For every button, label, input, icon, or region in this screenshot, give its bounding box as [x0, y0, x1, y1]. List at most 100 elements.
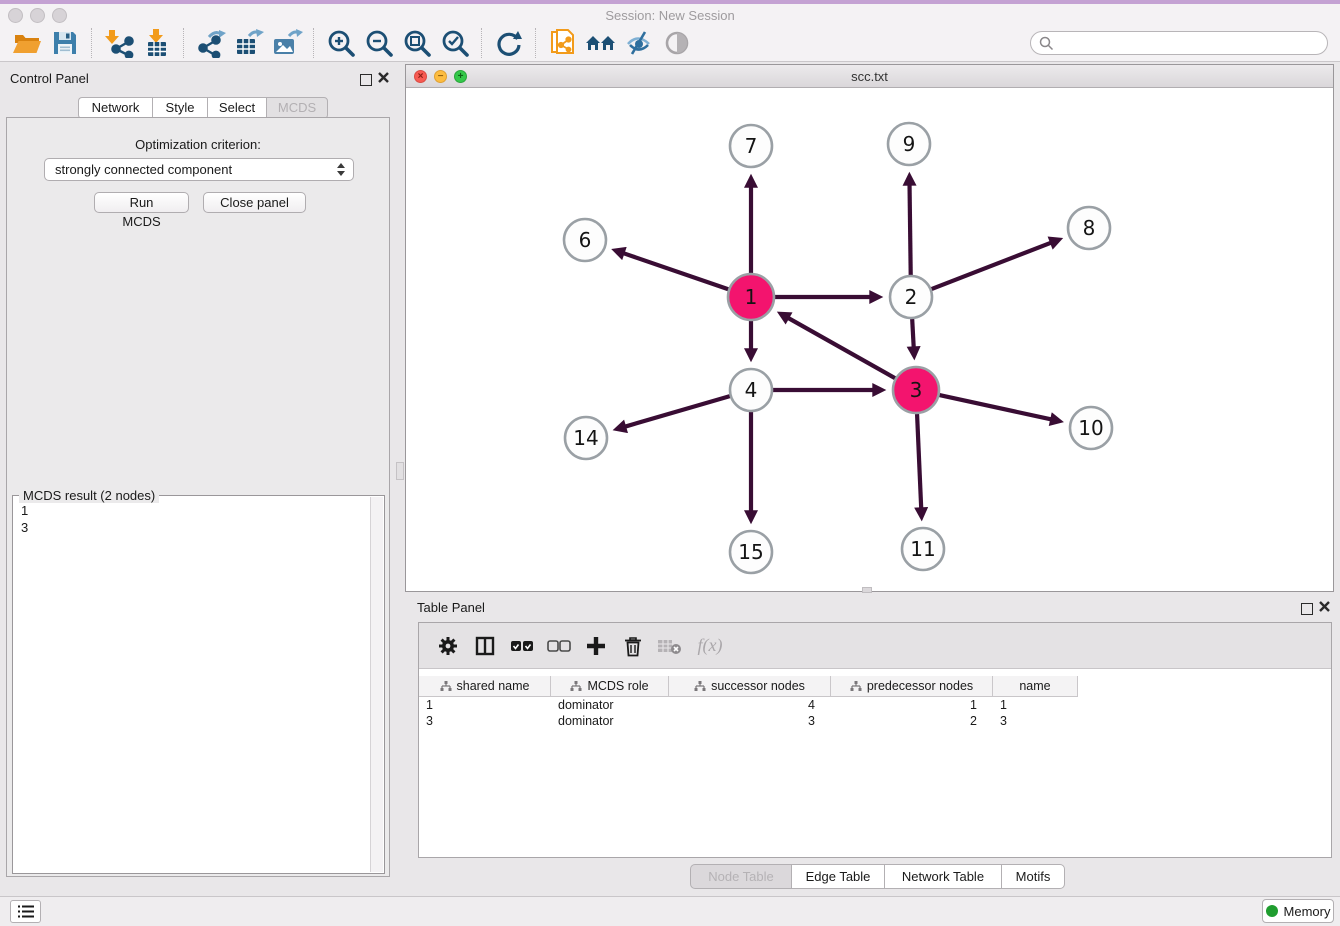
show-panels-button[interactable] — [10, 900, 41, 923]
column-header-successor-nodes[interactable]: successor nodes — [669, 676, 831, 696]
network-graph[interactable]: 7968124314101511 — [406, 88, 1333, 591]
graph-edge-3-10[interactable] — [939, 395, 1050, 419]
tab-node-table[interactable]: Node Table — [690, 864, 791, 889]
export-image-button[interactable] — [268, 26, 306, 60]
network-window-title: scc.txt — [406, 69, 1333, 84]
checked-boxes-icon — [510, 638, 534, 654]
table-cell[interactable]: 3 — [993, 713, 1078, 729]
list-icon — [17, 904, 35, 919]
tab-style[interactable]: Style — [152, 97, 207, 119]
toolbar-separator — [535, 28, 537, 58]
table-panel-float-button[interactable] — [1301, 602, 1313, 620]
split-columns-icon — [474, 635, 496, 657]
result-scrollbar[interactable] — [370, 497, 383, 872]
zoom-selected-button[interactable] — [436, 26, 474, 60]
export-network-button[interactable] — [192, 26, 230, 60]
table-cell[interactable]: 1 — [831, 697, 993, 713]
tab-edge-table[interactable]: Edge Table — [791, 864, 884, 889]
network-view-window: × − + scc.txt 7968124314101511 — [405, 64, 1334, 592]
import-table-button[interactable] — [138, 26, 176, 60]
float-icon — [1301, 603, 1313, 615]
open-folder-icon — [12, 29, 42, 57]
column-header-shared-name[interactable]: shared name — [419, 676, 551, 696]
column-header-name[interactable]: name — [993, 676, 1078, 696]
export-network-icon — [195, 28, 227, 58]
graph-edge-2-3[interactable] — [912, 319, 914, 347]
mcds-result-text[interactable]: 1 3 — [21, 502, 28, 536]
table-cell[interactable]: dominator — [551, 713, 669, 729]
table-cell[interactable]: 2 — [831, 713, 993, 729]
graph-edge-4-14[interactable] — [625, 396, 730, 426]
graph-node-label-15: 15 — [738, 540, 763, 564]
horizontal-splitter-handle[interactable] — [862, 587, 872, 593]
hide-selected-button[interactable] — [620, 26, 658, 60]
graph-edge-3-11[interactable] — [917, 414, 921, 508]
tab-select[interactable]: Select — [207, 97, 266, 119]
zoom-fit-button[interactable] — [398, 26, 436, 60]
column-header-mcds-role[interactable]: MCDS role — [551, 676, 669, 696]
select-all-columns-button[interactable] — [503, 631, 540, 661]
control-panel-close-button[interactable] — [377, 71, 390, 89]
graph-edge-2-9[interactable] — [910, 185, 911, 275]
table-row[interactable]: 1dominator411 — [419, 697, 1078, 713]
graph-node-label-14: 14 — [573, 426, 598, 450]
add-column-button[interactable] — [577, 631, 614, 661]
table-row[interactable]: 3dominator323 — [419, 713, 1078, 729]
import-table-icon — [141, 28, 173, 58]
run-mcds-button[interactable]: Run MCDS — [94, 192, 189, 213]
function-builder-button[interactable]: f(x) — [688, 631, 732, 661]
apply-layout-button[interactable] — [490, 26, 528, 60]
graph-edge-1-6[interactable] — [624, 253, 729, 289]
tab-motifs[interactable]: Motifs — [1001, 864, 1065, 889]
tab-network[interactable]: Network — [78, 97, 152, 119]
split-view-button[interactable] — [466, 631, 503, 661]
table-cell[interactable]: 4 — [669, 697, 831, 713]
table-cell[interactable]: 3 — [669, 713, 831, 729]
table-settings-button[interactable] — [429, 631, 466, 661]
clone-network-button[interactable] — [544, 26, 582, 60]
window-title: Session: New Session — [0, 8, 1340, 23]
float-icon — [360, 74, 372, 86]
vertical-splitter-handle[interactable] — [396, 462, 404, 480]
plus-icon — [585, 635, 607, 657]
graph-node-label-1: 1 — [745, 285, 758, 309]
memory-button[interactable]: Memory — [1262, 899, 1334, 923]
zoom-out-button[interactable] — [360, 26, 398, 60]
table-panel-close-button[interactable] — [1318, 600, 1331, 618]
close-icon — [377, 71, 390, 84]
search-field[interactable] — [1030, 31, 1328, 55]
table-toolbar: f(x) — [419, 623, 1331, 669]
export-table-button[interactable] — [230, 26, 268, 60]
graph-node-label-11: 11 — [910, 537, 935, 561]
optimization-criterion-select[interactable]: strongly connected component — [44, 158, 354, 181]
table-cell[interactable]: dominator — [551, 697, 669, 713]
close-panel-button[interactable]: Close panel — [203, 192, 306, 213]
zoom-in-button[interactable] — [322, 26, 360, 60]
trash-icon — [622, 635, 644, 657]
export-table-icon — [233, 28, 265, 58]
delete-column-button[interactable] — [614, 631, 651, 661]
table-panel-tabs: Node Table Edge Table Network Table Moti… — [690, 864, 1065, 889]
zoom-in-icon — [326, 28, 356, 58]
table-cell[interactable]: 1 — [419, 697, 551, 713]
delete-table-button[interactable] — [651, 631, 688, 661]
unselect-all-columns-button[interactable] — [540, 631, 577, 661]
tab-mcds[interactable]: MCDS — [266, 97, 328, 119]
save-session-button[interactable] — [46, 26, 84, 60]
network-canvas[interactable]: 7968124314101511 — [406, 88, 1333, 591]
table-cell[interactable]: 3 — [419, 713, 551, 729]
open-session-button[interactable] — [8, 26, 46, 60]
table-header-row: shared name MCDS role successor nodes pr… — [419, 676, 1078, 697]
graph-node-label-2: 2 — [905, 285, 918, 309]
network-window-titlebar[interactable]: × − + scc.txt — [406, 65, 1333, 88]
show-all-button[interactable] — [658, 26, 696, 60]
import-network-button[interactable] — [100, 26, 138, 60]
graph-edge-3-1[interactable] — [788, 318, 895, 378]
column-header-predecessor-nodes[interactable]: predecessor nodes — [831, 676, 993, 696]
tab-network-table[interactable]: Network Table — [884, 864, 1001, 889]
search-input[interactable] — [1054, 35, 1298, 52]
graph-edge-2-8[interactable] — [932, 243, 1051, 289]
control-panel-float-button[interactable] — [360, 73, 372, 91]
first-neighbors-button[interactable] — [582, 26, 620, 60]
table-cell[interactable]: 1 — [993, 697, 1078, 713]
